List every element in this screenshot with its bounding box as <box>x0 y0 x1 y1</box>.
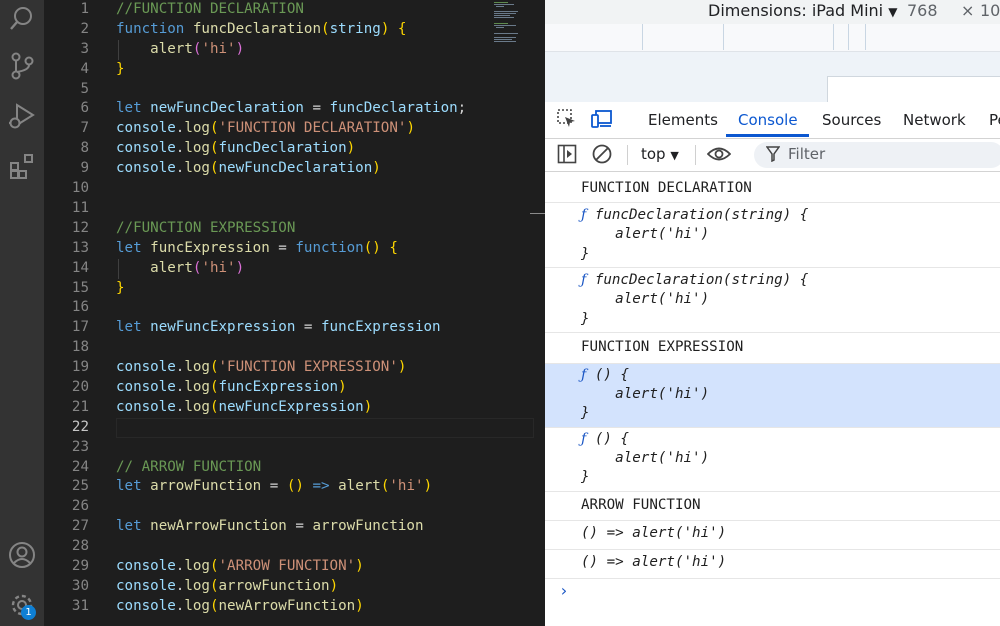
console-message[interactable]: () => alert('hi') <box>545 550 1000 579</box>
code-line: 11 <box>71 200 89 216</box>
media-query-ruler <box>545 24 1000 52</box>
code-line: 21 console.log(newFuncExpression) <box>71 399 373 415</box>
code-line: 31 console.log(newArrowFunction) <box>71 598 364 614</box>
ruler-tick <box>642 24 643 50</box>
code-line: 25 let arrowFunction = () => alert('hi') <box>71 478 433 494</box>
code-line: 2 function funcDeclaration(string) { <box>80 21 407 37</box>
code-line: 7 console.log('FUNCTION DECLARATION') <box>80 120 415 136</box>
active-tab-indicator <box>726 134 809 137</box>
device-viewport[interactable] <box>545 52 1000 108</box>
code-line: 18 <box>71 339 89 355</box>
run-debug-icon[interactable] <box>4 98 40 134</box>
code-line: 26 <box>71 498 89 514</box>
clear-console-icon[interactable] <box>591 143 613 169</box>
console-message[interactable]: ƒ () { alert('hi') } <box>545 428 1000 492</box>
toolbar-separator <box>695 145 696 165</box>
code-line: 9 console.log(newFuncDeclaration) <box>80 160 381 176</box>
code-line: 6 let newFuncDeclaration = funcDeclaratio… <box>80 100 467 116</box>
code-line: 1//FUNCTION DECLARATION <box>80 1 304 17</box>
device-toolbar: Dimensions: iPad Mini ▼ 768 × 10 <box>545 0 1000 24</box>
console-message[interactable]: ƒ funcDeclaration(string) { alert('hi') … <box>545 203 1000 268</box>
code-line: 15} <box>71 280 125 296</box>
search-icon[interactable] <box>4 0 40 36</box>
ruler-tick <box>723 24 724 50</box>
code-line: 12//FUNCTION EXPRESSION <box>71 220 296 236</box>
code-editor[interactable]: 1//FUNCTION DECLARATION 2 function funcDe… <box>44 0 545 626</box>
console-prompt[interactable]: › <box>559 581 569 600</box>
context-selector[interactable]: top ▼ <box>641 145 679 163</box>
console-message[interactable]: ARROW FUNCTION <box>545 492 1000 521</box>
code-line: 3 alert('hi') <box>80 41 245 57</box>
console-output[interactable]: FUNCTION DECLARATION ƒ funcDeclaration(s… <box>545 172 1000 626</box>
console-message[interactable]: FUNCTION EXPRESSION <box>545 333 1000 364</box>
code-line: 19 console.log('FUNCTION EXPRESSION') <box>71 359 407 375</box>
sidebar-toggle-icon[interactable] <box>557 144 577 168</box>
function-glyph: ƒ <box>581 207 587 223</box>
source-control-icon[interactable] <box>4 48 40 84</box>
toolbar-separator <box>627 145 628 165</box>
account-icon[interactable] <box>4 537 40 573</box>
code-line: 14 alert('hi') <box>71 260 245 276</box>
activity-bar: 1 <box>0 0 44 626</box>
code-line: 29 console.log('ARROW FUNCTION') <box>71 558 364 574</box>
filter-icon <box>765 146 781 166</box>
code-line: 16 <box>71 299 89 315</box>
tab-network[interactable]: Network <box>903 111 966 129</box>
filter-input[interactable]: Filter <box>754 142 1000 168</box>
code-line: 17 let newFuncExpression = funcExpression <box>71 319 441 335</box>
ruler-tick <box>833 24 834 50</box>
code-line: 24// ARROW FUNCTION <box>71 459 262 475</box>
tab-performance[interactable]: Pe <box>989 111 1000 129</box>
caret-down-icon: ▼ <box>670 149 679 162</box>
eye-icon[interactable] <box>706 144 732 168</box>
browser-panel: Dimensions: iPad Mini ▼ 768 × 10 Element… <box>545 0 1000 626</box>
function-glyph: ƒ <box>581 272 587 288</box>
console-message[interactable]: () => alert('hi') <box>545 521 1000 550</box>
code-line: 30 console.log(arrowFunction) <box>71 578 339 594</box>
function-glyph: ƒ <box>581 367 587 383</box>
function-glyph: ƒ <box>581 431 587 447</box>
device-dimensions-select[interactable]: Dimensions: iPad Mini ▼ <box>708 1 897 20</box>
console-message[interactable]: FUNCTION DECLARATION <box>545 172 1000 203</box>
viewport-height-input[interactable]: 10 <box>980 1 1000 20</box>
tab-console[interactable]: Console <box>738 111 798 129</box>
code-line: 8 console.log(funcDeclaration) <box>80 140 356 156</box>
device-toggle-icon[interactable] <box>591 109 613 133</box>
code-line: 5 <box>80 81 89 97</box>
console-message-selected[interactable]: ƒ () { alert('hi') } <box>545 364 1000 428</box>
viewport-width-input[interactable]: 768 <box>907 1 938 20</box>
code-line-active: 22 <box>71 419 89 435</box>
ruler-tick <box>848 24 849 50</box>
caret-down-icon: ▼ <box>888 5 898 19</box>
code-line: 13 let funcExpression = function() { <box>71 240 398 256</box>
filter-placeholder: Filter <box>788 145 826 163</box>
tab-sources[interactable]: Sources <box>822 111 881 129</box>
inspect-element-icon[interactable] <box>557 109 577 133</box>
settings-update-badge: 1 <box>21 605 36 620</box>
code-line: 4} <box>80 61 125 77</box>
console-message[interactable]: ƒ funcDeclaration(string) { alert('hi') … <box>545 268 1000 333</box>
console-toolbar: top ▼ Filter <box>545 139 1000 172</box>
extensions-icon[interactable] <box>4 148 40 184</box>
tab-elements[interactable]: Elements <box>648 111 718 129</box>
ruler-tick <box>865 24 866 50</box>
code-line: 10 <box>71 180 89 196</box>
code-line: 28 <box>71 538 89 554</box>
code-line: 23 <box>71 439 89 455</box>
code-line: 20 console.log(funcExpression) <box>71 379 347 395</box>
code-line: 27 let newArrowFunction = arrowFunction <box>71 518 424 534</box>
dimension-times-sign: × <box>961 1 975 20</box>
